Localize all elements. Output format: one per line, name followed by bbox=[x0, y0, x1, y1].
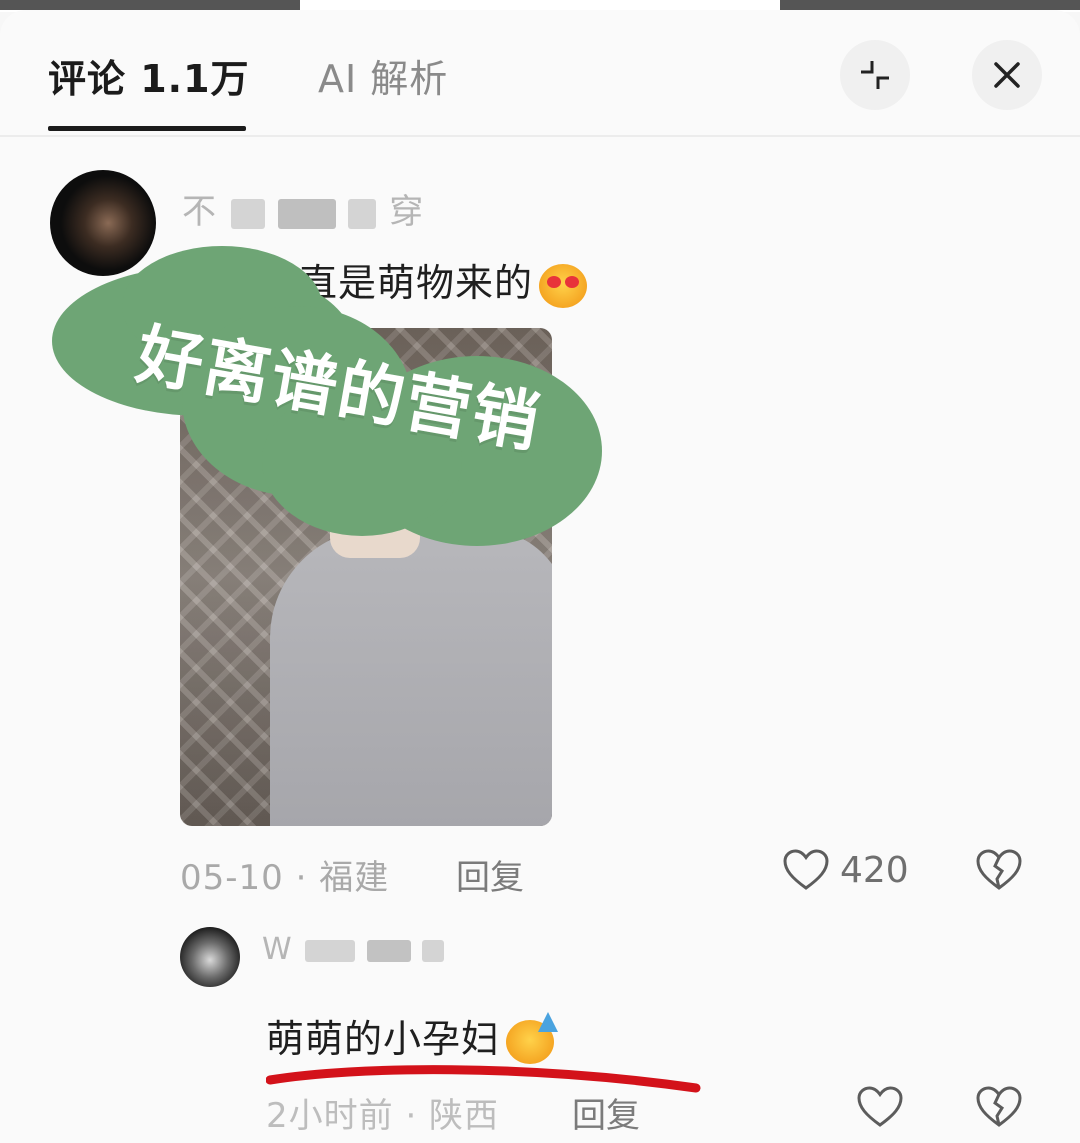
collapse-button[interactable] bbox=[840, 40, 910, 110]
censor-block bbox=[366, 939, 411, 962]
reply-button[interactable]: 回复 bbox=[572, 1088, 640, 1137]
censor-block bbox=[305, 939, 356, 962]
status-strip-left bbox=[0, 0, 300, 10]
reply-button[interactable]: 回复 bbox=[456, 850, 524, 899]
censor-block bbox=[230, 198, 265, 229]
username-visible-part: W bbox=[262, 932, 294, 967]
close-button[interactable] bbox=[972, 40, 1042, 110]
tab-ai-analysis[interactable]: AI 解析 bbox=[318, 48, 448, 103]
censor-block bbox=[422, 939, 445, 962]
heart-icon[interactable] bbox=[856, 1085, 904, 1129]
tab-bar: 评论 1.1万 AI 解析 bbox=[0, 10, 1080, 132]
reply-meta: 2小时前 · 陕西 bbox=[266, 1096, 500, 1136]
censor-block bbox=[277, 198, 336, 229]
active-tab-indicator bbox=[48, 126, 246, 131]
photo-subject-shirt bbox=[270, 528, 552, 826]
broken-heart-icon[interactable] bbox=[975, 1085, 1023, 1129]
broken-heart-icon[interactable] bbox=[975, 848, 1023, 892]
reply-username[interactable]: W bbox=[262, 932, 445, 967]
like-count: 420 bbox=[840, 850, 909, 891]
header-divider bbox=[0, 135, 1080, 137]
comment-meta: 05-10 · 福建 bbox=[180, 858, 390, 898]
status-strip-right bbox=[780, 0, 1080, 10]
collapse-icon bbox=[861, 61, 889, 89]
username-visible-part: 穿 bbox=[389, 192, 426, 232]
close-icon bbox=[994, 62, 1020, 88]
comment-username[interactable]: 不 穿 bbox=[182, 184, 425, 233]
tab-comments[interactable]: 评论 1.1万 bbox=[48, 48, 250, 103]
overlay-sticker: 好离谱的营销 bbox=[52, 246, 608, 546]
party-face-emoji bbox=[506, 1011, 559, 1064]
username-visible-part: 不 bbox=[182, 192, 218, 232]
reply-body: 萌萌的小孕妇 bbox=[266, 1017, 501, 1061]
heart-icon[interactable] bbox=[782, 848, 830, 892]
avatar[interactable] bbox=[180, 927, 240, 987]
censor-block bbox=[348, 198, 377, 229]
reply-text: 萌萌的小孕妇 bbox=[266, 1008, 559, 1064]
